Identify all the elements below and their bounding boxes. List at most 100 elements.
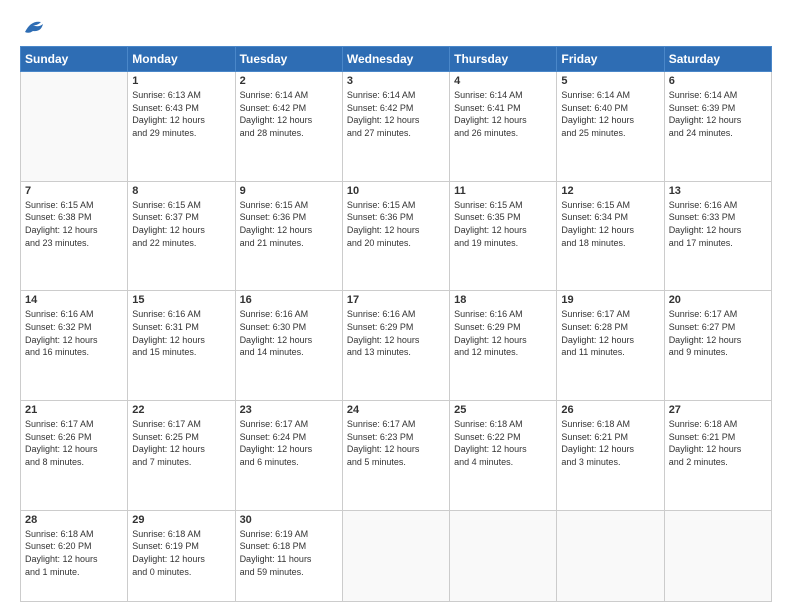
day-info: Sunrise: 6:14 AM Sunset: 6:40 PM Dayligh… xyxy=(561,89,659,139)
day-info: Sunrise: 6:15 AM Sunset: 6:38 PM Dayligh… xyxy=(25,199,123,249)
day-number: 2 xyxy=(240,75,338,87)
day-info: Sunrise: 6:14 AM Sunset: 6:39 PM Dayligh… xyxy=(669,89,767,139)
calendar-cell: 23Sunrise: 6:17 AM Sunset: 6:24 PM Dayli… xyxy=(235,401,342,511)
calendar-cell: 11 Sunrise: 6:15 AM Sunset: 6:35 PM Dayli… xyxy=(450,181,557,291)
day-info: Sunrise: 6:16 AM Sunset: 6:31 PM Dayligh… xyxy=(132,308,230,358)
weekday-header-monday: Monday xyxy=(128,47,235,72)
calendar-cell: 20 Sunrise: 6:17 AM Sunset: 6:27 PM Dayli… xyxy=(664,291,771,401)
weekday-header-friday: Friday xyxy=(557,47,664,72)
week-row-3: 14 Sunrise: 6:16 AM Sunset: 6:32 PM Dayli… xyxy=(21,291,772,401)
day-info: Sunrise: 6:13 AM Sunset: 6:43 PM Dayligh… xyxy=(132,89,230,139)
week-row-2: 7Sunrise: 6:15 AM Sunset: 6:38 PM Daylig… xyxy=(21,181,772,291)
day-number: 17 xyxy=(347,294,445,306)
weekday-header-tuesday: Tuesday xyxy=(235,47,342,72)
day-number: 30 xyxy=(240,514,338,526)
calendar-cell: 7Sunrise: 6:15 AM Sunset: 6:38 PM Daylig… xyxy=(21,181,128,291)
weekday-header-saturday: Saturday xyxy=(664,47,771,72)
calendar-cell: 17 Sunrise: 6:16 AM Sunset: 6:29 PM Dayli… xyxy=(342,291,449,401)
calendar-cell: 14 Sunrise: 6:16 AM Sunset: 6:32 PM Dayli… xyxy=(21,291,128,401)
page: SundayMondayTuesdayWednesdayThursdayFrid… xyxy=(0,0,792,612)
day-info: Sunrise: 6:17 AM Sunset: 6:26 PM Dayligh… xyxy=(25,418,123,468)
calendar-cell: 3 Sunrise: 6:14 AM Sunset: 6:42 PM Daylig… xyxy=(342,72,449,182)
calendar-cell: 1 Sunrise: 6:13 AM Sunset: 6:43 PM Daylig… xyxy=(128,72,235,182)
day-number: 10 xyxy=(347,185,445,197)
day-info: Sunrise: 6:17 AM Sunset: 6:24 PM Dayligh… xyxy=(240,418,338,468)
day-info: Sunrise: 6:15 AM Sunset: 6:34 PM Dayligh… xyxy=(561,199,659,249)
calendar-cell xyxy=(450,510,557,601)
day-info: Sunrise: 6:16 AM Sunset: 6:29 PM Dayligh… xyxy=(347,308,445,358)
calendar-cell: 18 Sunrise: 6:16 AM Sunset: 6:29 PM Dayli… xyxy=(450,291,557,401)
calendar-cell: 15 Sunrise: 6:16 AM Sunset: 6:31 PM Dayli… xyxy=(128,291,235,401)
calendar-cell: 6 Sunrise: 6:14 AM Sunset: 6:39 PM Daylig… xyxy=(664,72,771,182)
day-info: Sunrise: 6:17 AM Sunset: 6:23 PM Dayligh… xyxy=(347,418,445,468)
day-info: Sunrise: 6:14 AM Sunset: 6:41 PM Dayligh… xyxy=(454,89,552,139)
day-number: 22 xyxy=(132,404,230,416)
day-number: 19 xyxy=(561,294,659,306)
day-info: Sunrise: 6:18 AM Sunset: 6:22 PM Dayligh… xyxy=(454,418,552,468)
calendar-cell: 9Sunrise: 6:15 AM Sunset: 6:36 PM Daylig… xyxy=(235,181,342,291)
calendar-cell: 22Sunrise: 6:17 AM Sunset: 6:25 PM Dayli… xyxy=(128,401,235,511)
weekday-header-wednesday: Wednesday xyxy=(342,47,449,72)
weekday-header-thursday: Thursday xyxy=(450,47,557,72)
day-number: 6 xyxy=(669,75,767,87)
calendar-cell: 8Sunrise: 6:15 AM Sunset: 6:37 PM Daylig… xyxy=(128,181,235,291)
day-info: Sunrise: 6:14 AM Sunset: 6:42 PM Dayligh… xyxy=(240,89,338,139)
day-number: 12 xyxy=(561,185,659,197)
day-number: 13 xyxy=(669,185,767,197)
day-info: Sunrise: 6:16 AM Sunset: 6:30 PM Dayligh… xyxy=(240,308,338,358)
calendar-cell: 30 Sunrise: 6:19 AM Sunset: 6:18 PM Dayli… xyxy=(235,510,342,601)
calendar-cell: 16 Sunrise: 6:16 AM Sunset: 6:30 PM Dayli… xyxy=(235,291,342,401)
day-info: Sunrise: 6:18 AM Sunset: 6:19 PM Dayligh… xyxy=(132,528,230,578)
day-info: Sunrise: 6:15 AM Sunset: 6:36 PM Dayligh… xyxy=(347,199,445,249)
calendar-cell: 25Sunrise: 6:18 AM Sunset: 6:22 PM Dayli… xyxy=(450,401,557,511)
day-number: 1 xyxy=(132,75,230,87)
day-number: 3 xyxy=(347,75,445,87)
calendar-cell: 2 Sunrise: 6:14 AM Sunset: 6:42 PM Daylig… xyxy=(235,72,342,182)
day-number: 26 xyxy=(561,404,659,416)
day-info: Sunrise: 6:18 AM Sunset: 6:21 PM Dayligh… xyxy=(561,418,659,468)
day-info: Sunrise: 6:18 AM Sunset: 6:21 PM Dayligh… xyxy=(669,418,767,468)
week-row-5: 28Sunrise: 6:18 AM Sunset: 6:20 PM Dayli… xyxy=(21,510,772,601)
calendar-cell: 21Sunrise: 6:17 AM Sunset: 6:26 PM Dayli… xyxy=(21,401,128,511)
day-number: 4 xyxy=(454,75,552,87)
day-info: Sunrise: 6:17 AM Sunset: 6:28 PM Dayligh… xyxy=(561,308,659,358)
day-info: Sunrise: 6:15 AM Sunset: 6:35 PM Dayligh… xyxy=(454,199,552,249)
calendar-cell: 26 Sunrise: 6:18 AM Sunset: 6:21 PM Dayli… xyxy=(557,401,664,511)
header xyxy=(20,18,772,36)
day-number: 5 xyxy=(561,75,659,87)
weekday-header-row: SundayMondayTuesdayWednesdayThursdayFrid… xyxy=(21,47,772,72)
calendar-cell: 28Sunrise: 6:18 AM Sunset: 6:20 PM Dayli… xyxy=(21,510,128,601)
day-number: 29 xyxy=(132,514,230,526)
day-info: Sunrise: 6:17 AM Sunset: 6:27 PM Dayligh… xyxy=(669,308,767,358)
day-number: 20 xyxy=(669,294,767,306)
calendar-cell xyxy=(557,510,664,601)
week-row-1: 1 Sunrise: 6:13 AM Sunset: 6:43 PM Daylig… xyxy=(21,72,772,182)
day-number: 8 xyxy=(132,185,230,197)
calendar-cell: 13Sunrise: 6:16 AM Sunset: 6:33 PM Dayli… xyxy=(664,181,771,291)
day-number: 16 xyxy=(240,294,338,306)
calendar-cell: 19 Sunrise: 6:17 AM Sunset: 6:28 PM Dayli… xyxy=(557,291,664,401)
calendar-cell xyxy=(664,510,771,601)
calendar-cell: 24 Sunrise: 6:17 AM Sunset: 6:23 PM Dayli… xyxy=(342,401,449,511)
calendar-cell xyxy=(342,510,449,601)
weekday-header-sunday: Sunday xyxy=(21,47,128,72)
day-info: Sunrise: 6:14 AM Sunset: 6:42 PM Dayligh… xyxy=(347,89,445,139)
day-number: 27 xyxy=(669,404,767,416)
calendar-cell: 27 Sunrise: 6:18 AM Sunset: 6:21 PM Dayli… xyxy=(664,401,771,511)
calendar-cell: 29 Sunrise: 6:18 AM Sunset: 6:19 PM Dayli… xyxy=(128,510,235,601)
day-info: Sunrise: 6:16 AM Sunset: 6:29 PM Dayligh… xyxy=(454,308,552,358)
logo-bird-icon xyxy=(23,18,45,36)
day-number: 24 xyxy=(347,404,445,416)
calendar-cell: 10 Sunrise: 6:15 AM Sunset: 6:36 PM Dayli… xyxy=(342,181,449,291)
calendar-cell: 4 Sunrise: 6:14 AM Sunset: 6:41 PM Daylig… xyxy=(450,72,557,182)
day-number: 11 xyxy=(454,185,552,197)
calendar-table: SundayMondayTuesdayWednesdayThursdayFrid… xyxy=(20,46,772,602)
day-number: 15 xyxy=(132,294,230,306)
day-info: Sunrise: 6:19 AM Sunset: 6:18 PM Dayligh… xyxy=(240,528,338,578)
day-number: 14 xyxy=(25,294,123,306)
day-number: 28 xyxy=(25,514,123,526)
week-row-4: 21Sunrise: 6:17 AM Sunset: 6:26 PM Dayli… xyxy=(21,401,772,511)
day-info: Sunrise: 6:16 AM Sunset: 6:32 PM Dayligh… xyxy=(25,308,123,358)
day-number: 18 xyxy=(454,294,552,306)
day-info: Sunrise: 6:15 AM Sunset: 6:36 PM Dayligh… xyxy=(240,199,338,249)
